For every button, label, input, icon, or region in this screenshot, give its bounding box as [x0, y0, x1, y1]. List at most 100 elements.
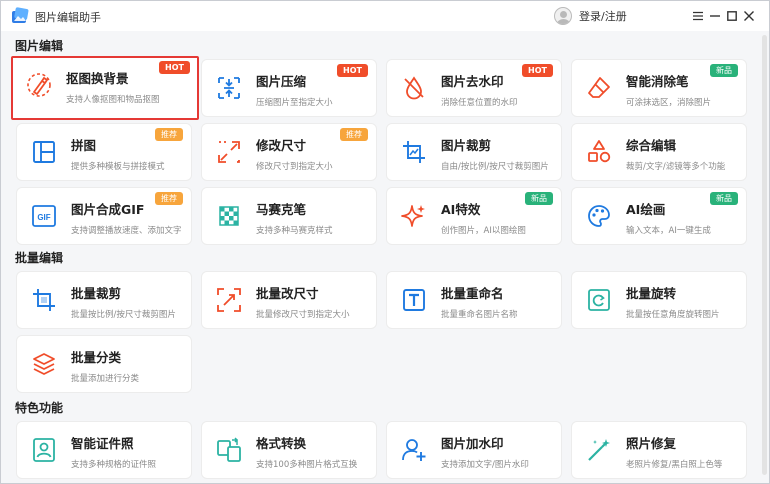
card-title: 马赛克笔: [256, 202, 307, 217]
card-title: 批量改尺寸: [256, 286, 319, 301]
maximize-icon: [726, 11, 737, 21]
title-bar: 图片编辑助手 登录/注册: [1, 1, 769, 31]
card-all-in-one-edit[interactable]: 综合编辑 裁剪/文字/滤镜等多个功能: [571, 123, 747, 181]
card-title: 图片合成GIF: [71, 202, 145, 217]
minimize-button[interactable]: [706, 6, 723, 26]
card-desc: 批量重命名图片名称: [441, 310, 518, 320]
menu-button[interactable]: [689, 6, 706, 26]
card-photo-restore[interactable]: 照片修复 老照片修复/黑白照上色等: [571, 421, 747, 479]
card-cutout[interactable]: 抠图换背景 支持人像抠图和物品抠图 HOT: [11, 56, 199, 120]
card-batch-rotate[interactable]: 批量旋转 批量按任意角度旋转图片: [571, 271, 747, 329]
hot-badge: HOT: [337, 64, 368, 77]
card-desc: 自由/按比例/按尺寸裁剪图片: [441, 162, 549, 172]
new-badge: 新品: [710, 64, 738, 77]
card-desc: 支持添加文字/图片水印: [441, 460, 529, 470]
card-title: 抠图换背景: [66, 71, 129, 86]
card-title: 图片压缩: [256, 74, 307, 89]
card-title: 批量重命名: [441, 286, 504, 301]
batch-crop-icon: [33, 289, 55, 311]
sparkle-icon: [401, 205, 425, 227]
card-smart-eraser[interactable]: 智能消除笔 可涂抹选区，消除图片 新品: [571, 59, 747, 117]
recommend-badge: 推荐: [155, 128, 183, 141]
window-controls: [689, 1, 769, 31]
card-desc: 提供多种模板与拼接模式: [71, 162, 165, 172]
card-desc: 批量添加进行分类: [71, 374, 140, 384]
card-title: 图片裁剪: [441, 138, 492, 153]
card-desc: 压缩图片至指定大小: [256, 98, 333, 108]
card-batch-classify[interactable]: 批量分类 批量添加进行分类: [16, 335, 192, 393]
resize-icon: [218, 141, 240, 163]
card-mosaic[interactable]: 马赛克笔 支持多种马赛克样式: [201, 187, 377, 245]
card-title: AI特效: [441, 202, 481, 217]
mosaic-icon: [219, 206, 239, 226]
eraser-icon: [588, 77, 610, 98]
card-title: 批量分类: [71, 350, 122, 365]
minimize-icon: [709, 15, 720, 17]
batch-resize-icon: [217, 288, 241, 312]
section-title-image-edit: 图片编辑: [15, 39, 64, 53]
app-title: 图片编辑助手: [35, 11, 101, 24]
new-badge: 新品: [525, 192, 553, 205]
menu-icon: [692, 11, 703, 21]
scrollbar[interactable]: [762, 35, 767, 475]
maximize-button[interactable]: [723, 6, 740, 26]
card-title: 格式转换: [256, 436, 307, 451]
gif-icon: GIF: [32, 205, 56, 227]
convert-icon: [217, 437, 241, 462]
cutout-brush-icon: [27, 73, 51, 97]
card-gif[interactable]: GIF 图片合成GIF 支持调整播放速度、添加文字 推荐: [16, 187, 192, 245]
card-desc: 裁剪/文字/滤镜等多个功能: [626, 162, 726, 172]
card-collage[interactable]: 拼图 提供多种模板与拼接模式 推荐: [16, 123, 192, 181]
card-remove-watermark[interactable]: 图片去水印 消除任意位置的水印 HOT: [386, 59, 562, 117]
card-title: 批量旋转: [626, 286, 677, 301]
card-desc: 修改尺寸到指定大小: [256, 162, 333, 172]
card-batch-rename[interactable]: 批量重命名 批量重命名图片名称: [386, 271, 562, 329]
recommend-badge: 推荐: [340, 128, 368, 141]
card-title: 图片去水印: [441, 74, 504, 89]
remove-watermark-icon: [404, 76, 424, 100]
section-title-batch-edit: 批量编辑: [15, 251, 64, 265]
card-desc: 老照片修复/黑白照上色等: [626, 460, 723, 470]
card-desc: 支持多种马赛克样式: [256, 226, 333, 236]
card-compress[interactable]: 图片压缩 压缩图片至指定大小 HOT: [201, 59, 377, 117]
card-crop[interactable]: 图片裁剪 自由/按比例/按尺寸裁剪图片: [386, 123, 562, 181]
compress-icon: [218, 77, 240, 99]
card-batch-crop[interactable]: 批量裁剪 批量按比例/按尺寸裁剪图片: [16, 271, 192, 329]
close-button[interactable]: [740, 6, 757, 26]
app-window: 图片编辑助手 登录/注册 图片编辑 批量编辑 特色功能 抠图换背景 支持人像抠图…: [0, 0, 770, 484]
card-ai-painting[interactable]: AI绘画 输入文本，AI一键生成 新品: [571, 187, 747, 245]
card-batch-resize[interactable]: 批量改尺寸 批量修改尺寸到指定大小: [201, 271, 377, 329]
card-title: 智能消除笔: [626, 74, 689, 89]
card-id-photo[interactable]: 智能证件照 支持多种规格的证件照: [16, 421, 192, 479]
card-title: 照片修复: [626, 436, 677, 451]
card-format-convert[interactable]: 格式转换 支持100多种图片格式互换: [201, 421, 377, 479]
card-desc: 支持人像抠图和物品抠图: [66, 95, 160, 105]
card-ai-effects[interactable]: AI特效 创作图片，AI以图绘图 新品: [386, 187, 562, 245]
palette-icon: [588, 205, 610, 227]
card-title: 图片加水印: [441, 436, 504, 451]
hot-badge: HOT: [159, 61, 190, 74]
card-title: 拼图: [71, 138, 97, 153]
card-desc: 输入文本，AI一键生成: [626, 226, 711, 236]
card-desc: 批量按任意角度旋转图片: [626, 310, 720, 320]
card-title: 智能证件照: [71, 436, 134, 451]
section-title-featured: 特色功能: [15, 401, 64, 415]
card-desc: 批量按比例/按尺寸裁剪图片: [71, 310, 176, 320]
app-logo-icon: [12, 7, 29, 23]
avatar: [554, 7, 572, 25]
layers-icon: [33, 353, 55, 375]
login-label: 登录/注册: [579, 10, 627, 23]
collage-icon: [33, 141, 55, 163]
card-add-watermark[interactable]: 图片加水印 支持添加文字/图片水印: [386, 421, 562, 479]
card-desc: 批量修改尺寸到指定大小: [256, 310, 350, 320]
card-desc: 支持多种规格的证件照: [71, 460, 157, 470]
card-desc: 支持100多种图片格式互换: [256, 460, 358, 470]
card-title: AI绘画: [626, 202, 666, 217]
card-title: 综合编辑: [626, 138, 677, 153]
new-badge: 新品: [710, 192, 738, 205]
card-resize[interactable]: 修改尺寸 修改尺寸到指定大小 推荐: [201, 123, 377, 181]
hot-badge: HOT: [522, 64, 553, 77]
magic-wand-icon: [588, 439, 610, 461]
login-button[interactable]: 登录/注册: [554, 6, 627, 26]
card-desc: 支持调整播放速度、添加文字: [71, 226, 182, 236]
